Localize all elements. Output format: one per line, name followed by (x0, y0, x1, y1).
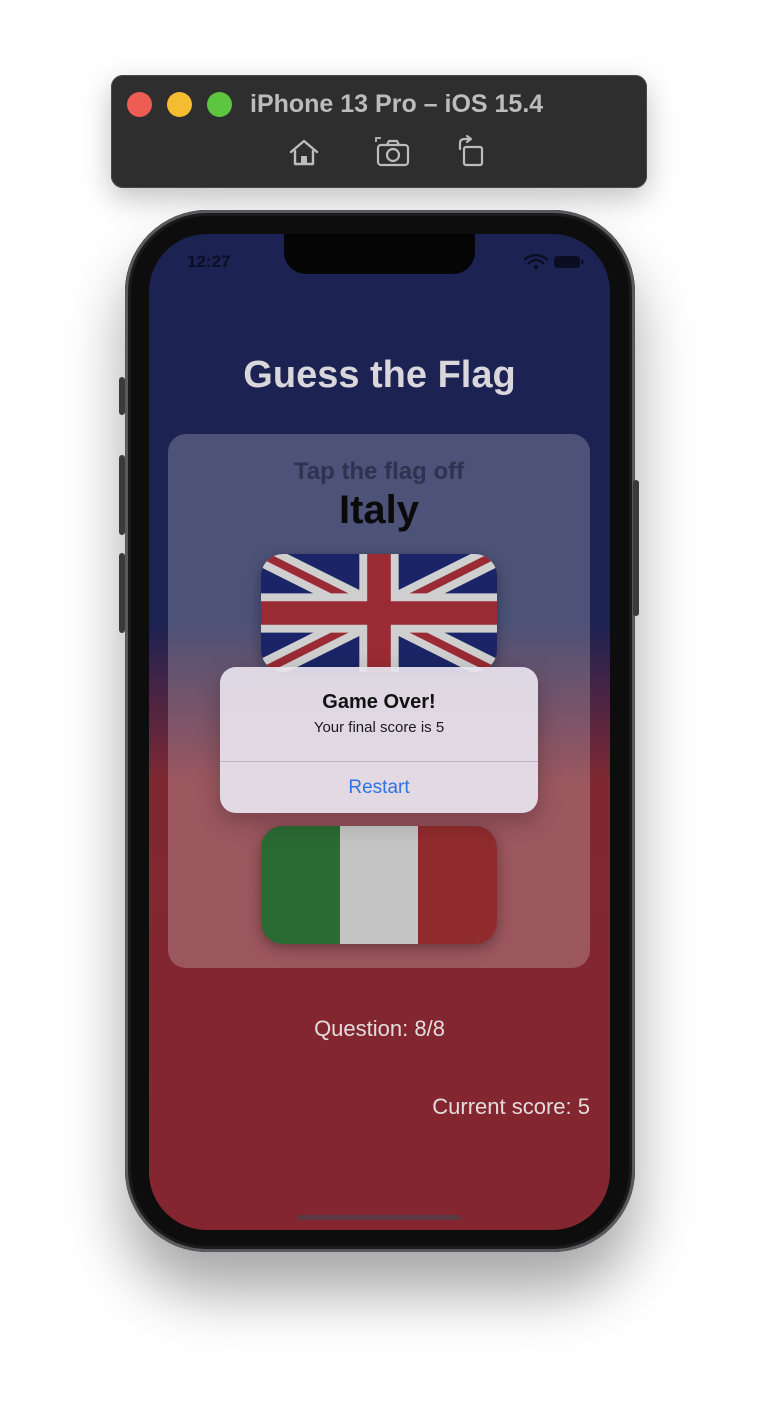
home-button[interactable] (284, 133, 324, 173)
mute-switch (119, 377, 125, 415)
volume-down-button (119, 553, 125, 633)
simulator-title: iPhone 13 Pro – iOS 15.4 (250, 90, 544, 118)
home-icon (289, 139, 319, 166)
power-button (633, 480, 639, 616)
phone-screen: 12:27 Guess the Flag Tap the flag off It… (149, 234, 610, 1230)
close-window-button[interactable] (127, 92, 152, 117)
minimize-window-button[interactable] (167, 92, 192, 117)
volume-up-button (119, 455, 125, 535)
screenshot-icon (375, 137, 410, 167)
alert-message: Your final score is 5 (313, 719, 445, 736)
rotate-icon (458, 134, 484, 167)
alert-title: Game Over! (322, 691, 436, 713)
home-indicator[interactable] (297, 1215, 461, 1220)
rotate-button[interactable] (452, 133, 492, 173)
zoom-window-button[interactable] (207, 92, 232, 117)
game-over-alert: Game Over! Your final score is 5 Restart (220, 667, 538, 813)
restart-button[interactable]: Restart (220, 762, 538, 813)
screenshot-button[interactable] (373, 133, 413, 173)
